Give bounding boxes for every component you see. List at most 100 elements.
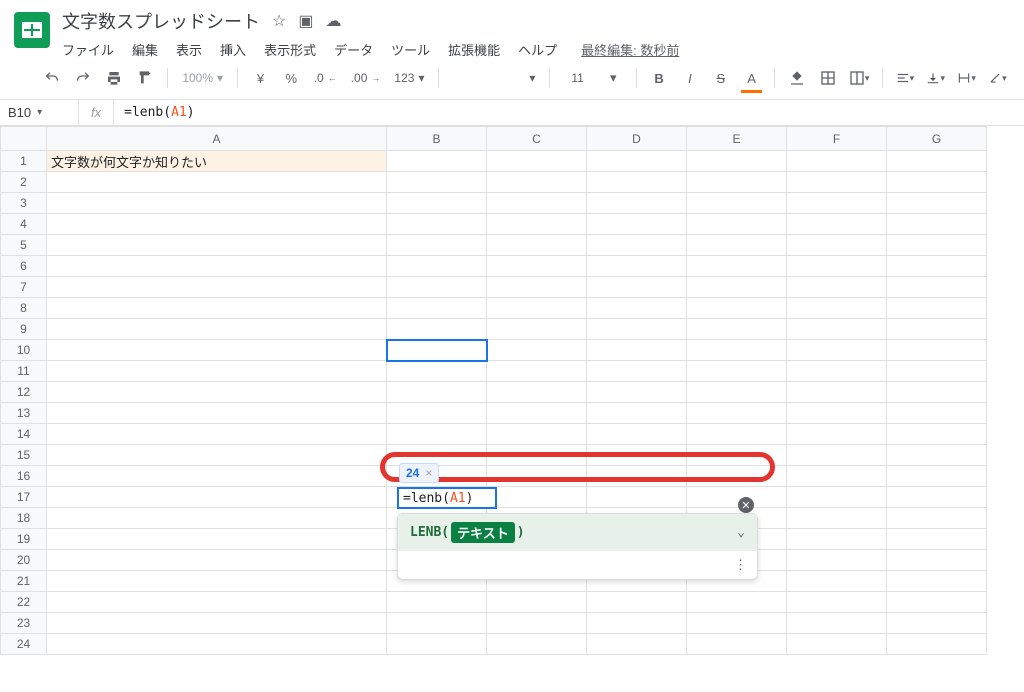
cell[interactable]: [587, 340, 687, 361]
cell[interactable]: [387, 403, 487, 424]
cell[interactable]: [687, 487, 787, 508]
cell[interactable]: [387, 424, 487, 445]
cell[interactable]: [47, 319, 387, 340]
row-header[interactable]: 13: [1, 403, 47, 424]
cell[interactable]: [887, 340, 987, 361]
cell[interactable]: [387, 214, 487, 235]
currency-button[interactable]: ¥: [248, 65, 273, 91]
cell[interactable]: [47, 634, 387, 655]
cell[interactable]: [47, 235, 387, 256]
column-header[interactable]: G: [887, 127, 987, 151]
cell[interactable]: [787, 487, 887, 508]
cell[interactable]: [487, 592, 587, 613]
cell[interactable]: [587, 277, 687, 298]
doc-title[interactable]: 文字数スプレッドシート: [62, 8, 260, 34]
menu-extensions[interactable]: 拡張機能: [448, 40, 500, 59]
cell[interactable]: [887, 235, 987, 256]
cell[interactable]: [47, 340, 387, 361]
cell[interactable]: [47, 298, 387, 319]
cell[interactable]: [487, 235, 587, 256]
cell[interactable]: [47, 382, 387, 403]
cell[interactable]: [47, 508, 387, 529]
close-icon[interactable]: ×: [425, 466, 432, 480]
cell[interactable]: [687, 319, 787, 340]
row-header[interactable]: 3: [1, 193, 47, 214]
cell[interactable]: [887, 319, 987, 340]
zoom-select[interactable]: 100%▾: [178, 71, 227, 85]
cell[interactable]: [47, 193, 387, 214]
cell[interactable]: [587, 193, 687, 214]
cell[interactable]: [687, 403, 787, 424]
cell[interactable]: [887, 424, 987, 445]
row-header[interactable]: 2: [1, 172, 47, 193]
column-header[interactable]: F: [787, 127, 887, 151]
row-header[interactable]: 19: [1, 529, 47, 550]
cell[interactable]: [47, 214, 387, 235]
text-color-button[interactable]: A: [739, 65, 764, 91]
merge-button[interactable]: ▾: [847, 65, 872, 91]
row-header[interactable]: 24: [1, 634, 47, 655]
cell[interactable]: [487, 193, 587, 214]
cell[interactable]: [587, 256, 687, 277]
cell[interactable]: [47, 256, 387, 277]
cell[interactable]: [387, 613, 487, 634]
row-header[interactable]: 6: [1, 256, 47, 277]
cell[interactable]: [787, 424, 887, 445]
cell[interactable]: [687, 256, 787, 277]
cell-editor[interactable]: =lenb(A1): [397, 487, 497, 509]
cell[interactable]: [787, 466, 887, 487]
cell[interactable]: [887, 151, 987, 172]
more-icon[interactable]: ⋮: [398, 551, 757, 579]
cell[interactable]: [587, 298, 687, 319]
cell[interactable]: [387, 340, 487, 361]
cell[interactable]: [487, 151, 587, 172]
cell[interactable]: [687, 193, 787, 214]
row-header[interactable]: 18: [1, 508, 47, 529]
cell[interactable]: [787, 193, 887, 214]
cell[interactable]: [387, 235, 487, 256]
cell[interactable]: [487, 634, 587, 655]
column-header[interactable]: A: [47, 127, 387, 151]
number-format-select[interactable]: 123▾: [390, 71, 428, 85]
cell[interactable]: [687, 361, 787, 382]
cell[interactable]: [387, 172, 487, 193]
cell[interactable]: [687, 298, 787, 319]
paint-format-button[interactable]: [133, 65, 158, 91]
increase-decimal-button[interactable]: .00→: [347, 71, 385, 85]
cell[interactable]: [887, 193, 987, 214]
cell[interactable]: [587, 235, 687, 256]
menu-edit[interactable]: 編集: [132, 40, 158, 59]
cell[interactable]: [887, 403, 987, 424]
cell[interactable]: [47, 424, 387, 445]
cell[interactable]: [787, 445, 887, 466]
cell[interactable]: 文字数が何文字か知りたい: [47, 151, 387, 172]
undo-button[interactable]: [40, 65, 65, 91]
cell[interactable]: [887, 550, 987, 571]
cloud-icon[interactable]: ☁: [325, 11, 341, 31]
cell[interactable]: [387, 382, 487, 403]
cell[interactable]: [787, 277, 887, 298]
cell[interactable]: [47, 361, 387, 382]
row-header[interactable]: 11: [1, 361, 47, 382]
cell[interactable]: [387, 319, 487, 340]
cell[interactable]: [687, 172, 787, 193]
dismiss-help-button[interactable]: ✕: [738, 497, 754, 513]
cell[interactable]: [787, 319, 887, 340]
cell[interactable]: [47, 529, 387, 550]
cell[interactable]: [47, 550, 387, 571]
cell[interactable]: [887, 529, 987, 550]
menu-format[interactable]: 表示形式: [264, 40, 316, 59]
cell[interactable]: [487, 340, 587, 361]
cell[interactable]: [887, 466, 987, 487]
cell[interactable]: [587, 214, 687, 235]
cell[interactable]: [587, 592, 687, 613]
row-header[interactable]: 20: [1, 550, 47, 571]
borders-button[interactable]: [816, 65, 841, 91]
italic-button[interactable]: I: [678, 65, 703, 91]
wrap-button[interactable]: ▾: [954, 65, 979, 91]
cell[interactable]: [47, 466, 387, 487]
row-header[interactable]: 21: [1, 571, 47, 592]
cell[interactable]: [487, 382, 587, 403]
cell[interactable]: [587, 361, 687, 382]
row-header[interactable]: 1: [1, 151, 47, 172]
